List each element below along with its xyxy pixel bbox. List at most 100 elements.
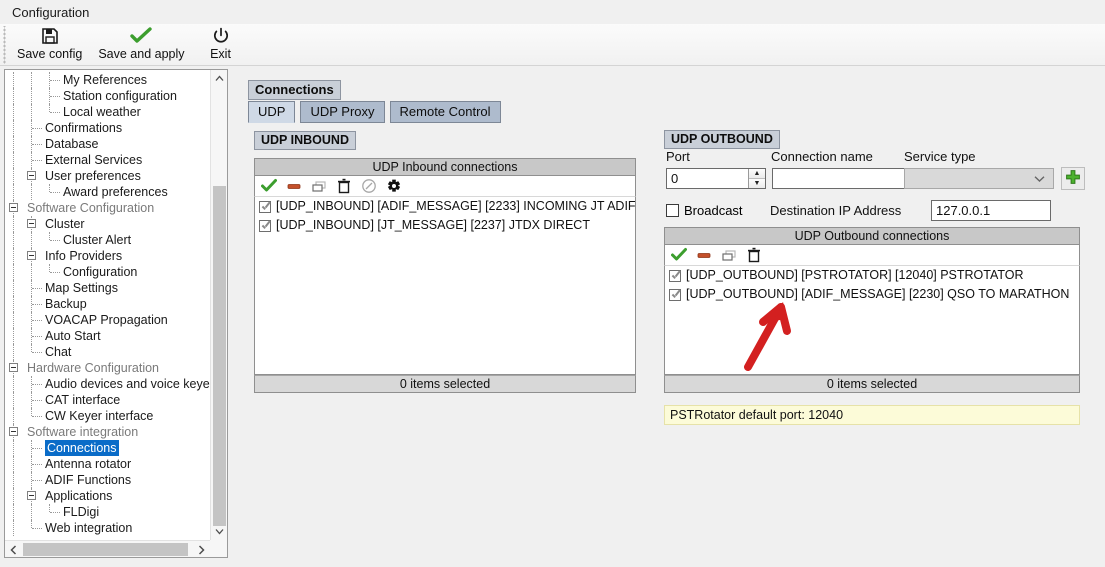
sidebar-item-connections[interactable]: Connections bbox=[5, 440, 210, 456]
sidebar-item-confirmations[interactable]: Confirmations bbox=[5, 120, 210, 136]
sidebar-item-database[interactable]: Database bbox=[5, 136, 210, 152]
add-plus-icon[interactable] bbox=[386, 178, 402, 194]
list-item[interactable]: [UDP_INBOUND] [JT_MESSAGE] [2237] JTDX D… bbox=[255, 216, 635, 235]
sidebar-item-external-services[interactable]: External Services bbox=[5, 152, 210, 168]
tree-guide-line bbox=[13, 168, 14, 184]
save-and-apply-button[interactable]: Save and apply bbox=[90, 24, 192, 64]
tree-guide-line bbox=[13, 488, 14, 504]
sidebar-item-local-weather[interactable]: Local weather bbox=[5, 104, 210, 120]
sidebar-item-hardware-configuration[interactable]: Hardware Configuration bbox=[5, 360, 210, 376]
sidebar-item-cluster-alert[interactable]: Cluster Alert bbox=[5, 232, 210, 248]
tree-expander-icon[interactable] bbox=[9, 427, 18, 436]
exit-button[interactable]: Exit bbox=[193, 24, 249, 64]
scroll-left-icon[interactable] bbox=[5, 541, 22, 558]
duplicate-icon[interactable] bbox=[721, 247, 737, 263]
sidebar-item-user-preferences[interactable]: User preferences bbox=[5, 168, 210, 184]
sidebar-item-adif-functions[interactable]: ADIF Functions bbox=[5, 472, 210, 488]
port-input[interactable] bbox=[667, 170, 748, 187]
udp-outbound-toolbar bbox=[664, 245, 1080, 266]
row-checkbox[interactable] bbox=[669, 269, 681, 282]
udp-outbound-list[interactable]: [UDP_OUTBOUND] [PSTROTATOR] [12040] PSTR… bbox=[664, 266, 1080, 375]
tree-hscroll-thumb[interactable] bbox=[23, 543, 188, 556]
tree-elbow-line bbox=[32, 416, 42, 417]
sidebar-item-software-configuration[interactable]: Software Configuration bbox=[5, 200, 210, 216]
enable-check-icon[interactable] bbox=[261, 178, 277, 194]
sidebar-item-configuration[interactable]: Configuration bbox=[5, 264, 210, 280]
port-spinner-buttons[interactable]: ▲ ▼ bbox=[748, 169, 765, 188]
delete-trash-icon[interactable] bbox=[336, 178, 352, 194]
tree-horizontal-scrollbar[interactable] bbox=[5, 540, 210, 557]
sidebar-item-cluster[interactable]: Cluster bbox=[5, 216, 210, 232]
tab-udp-proxy[interactable]: UDP Proxy bbox=[300, 101, 385, 123]
tree-expander-icon[interactable] bbox=[9, 363, 18, 372]
tree-guide-line bbox=[31, 72, 32, 88]
sidebar-item-label: External Services bbox=[45, 153, 143, 167]
sidebar-item-cat-interface[interactable]: CAT interface bbox=[5, 392, 210, 408]
broadcast-checkbox[interactable] bbox=[666, 204, 679, 217]
spinner-up-icon[interactable]: ▲ bbox=[749, 169, 765, 179]
green-plus-icon bbox=[1065, 169, 1081, 188]
sidebar-item-chat[interactable]: Chat bbox=[5, 344, 210, 360]
tab-udp[interactable]: UDP bbox=[248, 101, 296, 123]
port-stepper[interactable]: ▲ ▼ bbox=[666, 168, 766, 189]
add-outbound-button[interactable] bbox=[1061, 167, 1085, 190]
sidebar-item-award-preferences[interactable]: Award preferences bbox=[5, 184, 210, 200]
sidebar-item-audio-devices-and-voice-keye[interactable]: Audio devices and voice keye bbox=[5, 376, 210, 392]
spinner-down-icon[interactable]: ▼ bbox=[749, 179, 765, 188]
list-item[interactable]: [UDP_INBOUND] [ADIF_MESSAGE] [2233] INCO… bbox=[255, 197, 635, 216]
delete-trash-icon[interactable] bbox=[746, 247, 762, 263]
scroll-right-icon[interactable] bbox=[193, 541, 210, 558]
sidebar-item-station-configuration[interactable]: Station configuration bbox=[5, 88, 210, 104]
list-item[interactable]: [UDP_OUTBOUND] [PSTROTATOR] [12040] PSTR… bbox=[665, 266, 1079, 285]
enable-check-icon[interactable] bbox=[671, 247, 687, 263]
sidebar-item-voacap-propagation[interactable]: VOACAP Propagation bbox=[5, 312, 210, 328]
sidebar-item-antenna-rotator[interactable]: Antenna rotator bbox=[5, 456, 210, 472]
disable-minus-icon[interactable] bbox=[286, 178, 302, 194]
duplicate-icon[interactable] bbox=[311, 178, 327, 194]
row-checkbox[interactable] bbox=[259, 200, 271, 213]
tree-guide-line bbox=[31, 520, 32, 528]
tree-scroll-thumb[interactable] bbox=[213, 186, 226, 526]
scroll-up-icon[interactable] bbox=[211, 70, 228, 87]
tree-expander-icon[interactable] bbox=[9, 203, 18, 212]
sidebar-item-label: Local weather bbox=[63, 105, 141, 119]
tree-expander-icon[interactable] bbox=[27, 219, 36, 228]
tree-expander-icon[interactable] bbox=[27, 491, 36, 500]
tree-expander-icon[interactable] bbox=[27, 171, 36, 180]
sidebar-item-software-integration[interactable]: Software integration bbox=[5, 424, 210, 440]
sidebar-item-my-references[interactable]: My References bbox=[5, 72, 210, 88]
sidebar-item-label: VOACAP Propagation bbox=[45, 313, 168, 327]
sidebar-item-map-settings[interactable]: Map Settings bbox=[5, 280, 210, 296]
list-item[interactable]: [UDP_OUTBOUND] [ADIF_MESSAGE] [2230] QSO… bbox=[665, 285, 1079, 304]
broadcast-checkbox-wrap[interactable]: Broadcast bbox=[666, 203, 743, 218]
scroll-down-icon[interactable] bbox=[211, 523, 228, 540]
service-type-select[interactable] bbox=[904, 168, 1054, 189]
udp-inbound-list[interactable]: [UDP_INBOUND] [ADIF_MESSAGE] [2233] INCO… bbox=[254, 197, 636, 375]
sidebar-item-info-providers[interactable]: Info Providers bbox=[5, 248, 210, 264]
save-config-button[interactable]: Save config bbox=[9, 24, 90, 64]
connection-name-input[interactable] bbox=[772, 168, 908, 189]
sidebar-item-web-integration[interactable]: Web integration bbox=[5, 520, 210, 536]
tree-guide-line bbox=[13, 520, 14, 536]
exit-label: Exit bbox=[210, 47, 231, 61]
destination-ip-input[interactable] bbox=[931, 200, 1051, 221]
toolbar-grip[interactable] bbox=[0, 26, 9, 64]
sidebar-item-label: FLDigi bbox=[63, 505, 100, 519]
sidebar-item-label: Applications bbox=[45, 489, 113, 503]
row-checkbox[interactable] bbox=[669, 288, 681, 301]
sidebar-item-fldigi[interactable]: FLDigi bbox=[5, 504, 210, 520]
navigation-tree[interactable]: My References Station configuration Local … bbox=[5, 70, 210, 536]
sidebar-item-applications[interactable]: Applications bbox=[5, 488, 210, 504]
sidebar-item-label: Audio devices and voice keye bbox=[45, 377, 210, 391]
sidebar-item-auto-start[interactable]: Auto Start bbox=[5, 328, 210, 344]
sidebar-item-label: Auto Start bbox=[45, 329, 101, 343]
tree-expander-icon[interactable] bbox=[27, 251, 36, 260]
tree-elbow-line bbox=[50, 272, 60, 273]
row-checkbox[interactable] bbox=[259, 219, 271, 232]
sidebar-item-cw-keyer-interface[interactable]: CW Keyer interface bbox=[5, 408, 210, 424]
disable-minus-icon[interactable] bbox=[696, 247, 712, 263]
tree-vertical-scrollbar[interactable] bbox=[210, 70, 227, 540]
tree-guide-line bbox=[13, 136, 14, 152]
sidebar-item-backup[interactable]: Backup bbox=[5, 296, 210, 312]
tab-remote-control[interactable]: Remote Control bbox=[389, 101, 501, 123]
